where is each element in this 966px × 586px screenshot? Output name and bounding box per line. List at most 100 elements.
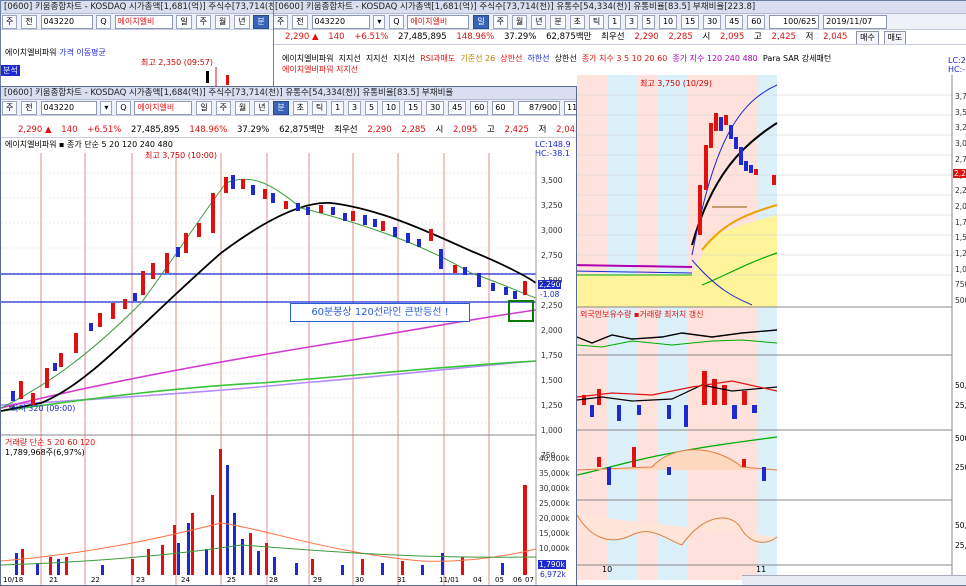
period-month-button[interactable]: 월 bbox=[234, 101, 251, 115]
search-icon[interactable]: Q bbox=[389, 15, 404, 29]
period-button[interactable]: 전 bbox=[21, 101, 37, 115]
minute-option[interactable]: 15 bbox=[404, 101, 423, 115]
period-minute-button[interactable]: 분 bbox=[273, 101, 289, 115]
legend-item: RSI과매도 bbox=[420, 54, 456, 63]
volume-tag2: 6,972k bbox=[540, 570, 566, 579]
x-tick: 24 bbox=[181, 576, 190, 584]
back-vol2-label: 250, bbox=[955, 463, 966, 472]
back-x-date: 11 bbox=[756, 565, 767, 574]
volume-tag: 1,790k bbox=[538, 560, 566, 569]
x-tick: 10/18 bbox=[3, 576, 24, 584]
left-window-title: [0600] 키움종합차트 - KOSDAQ 시가총액[1,681(억)] 주식… bbox=[1, 1, 273, 14]
date-field[interactable]: 11/07 bbox=[564, 101, 576, 115]
search-button[interactable]: ▾ bbox=[373, 15, 386, 29]
y-tick: 25,000k bbox=[539, 499, 570, 508]
low: 2,045 bbox=[556, 125, 576, 135]
search-icon[interactable]: Q bbox=[116, 101, 131, 115]
period-month-button[interactable]: 월 bbox=[511, 15, 528, 29]
y-tick: 3,750 bbox=[955, 92, 966, 101]
y-tick: 1,750 bbox=[955, 217, 966, 227]
y-tick: 1,750 bbox=[541, 351, 563, 360]
annotation-callout: 60분봉상 120선라인 큰반등선 ! bbox=[290, 303, 470, 322]
y-tick: 1,500 bbox=[955, 233, 966, 243]
ask: 2,290 bbox=[367, 125, 392, 135]
front-quote-row: 2,290 ▲ 140 +6.51% 27,485,895 148.96% 37… bbox=[1, 123, 576, 138]
y-tick: 35,000k bbox=[539, 469, 570, 478]
minute-option[interactable]: 60 bbox=[470, 101, 489, 115]
left-mini-chart bbox=[206, 67, 229, 87]
period-month-button[interactable]: 월 bbox=[214, 15, 231, 29]
period-minute-button[interactable]: 분 bbox=[253, 15, 269, 29]
period-button[interactable]: 주 bbox=[2, 101, 18, 115]
x-tick: 29 bbox=[313, 576, 322, 584]
y-tick: 1,500 bbox=[541, 376, 563, 385]
x-tick: 30 bbox=[355, 576, 364, 584]
period-year-button[interactable]: 년 bbox=[254, 101, 270, 115]
period-second-button[interactable]: 초 bbox=[292, 101, 308, 115]
amount: 62,875백만 bbox=[279, 125, 325, 135]
minute-option[interactable]: 5 bbox=[365, 101, 379, 115]
minute-option[interactable]: 1 bbox=[331, 101, 345, 115]
minute-option[interactable]: 30 bbox=[703, 15, 722, 29]
minute-option[interactable]: 10 bbox=[658, 15, 678, 29]
minute-option[interactable]: 45 bbox=[725, 15, 744, 29]
buy-button[interactable]: 매수 bbox=[856, 31, 879, 44]
period-button[interactable]: 전 bbox=[292, 15, 308, 29]
stock-code-input[interactable]: 043220 bbox=[40, 15, 93, 29]
stock-code-input[interactable]: 043220 bbox=[311, 15, 370, 29]
period-minute-button[interactable]: 분 bbox=[550, 15, 566, 29]
open: 2,095 bbox=[452, 125, 478, 135]
period-second-button[interactable]: 초 bbox=[569, 15, 585, 29]
minute-option[interactable]: 10 bbox=[381, 101, 401, 115]
period-day-button[interactable]: 일 bbox=[196, 101, 212, 115]
legend-item: 에이치엘비파워 bbox=[5, 48, 57, 57]
front-chart-window: [0600] 키움종합차트 - KOSDAQ 시가총액[1,684(억)] 주식… bbox=[0, 86, 577, 586]
legend-item: 기준선 26 bbox=[460, 54, 496, 63]
period-button[interactable]: 주 bbox=[2, 15, 18, 29]
dropdown-button[interactable]: ▾ bbox=[100, 101, 113, 115]
minute-option[interactable]: 60 bbox=[747, 15, 766, 29]
minute-option[interactable]: 15 bbox=[681, 15, 700, 29]
y-tick: 3,000 bbox=[955, 139, 966, 149]
period-year-button[interactable]: 년 bbox=[234, 15, 250, 29]
count-field[interactable]: 100/625 bbox=[769, 15, 820, 29]
period-week-button[interactable]: 주 bbox=[492, 15, 508, 29]
period-button[interactable]: 주 bbox=[273, 15, 289, 29]
count-field[interactable]: 87/900 bbox=[518, 101, 561, 115]
bid: 2,285 bbox=[401, 125, 426, 135]
date-field[interactable]: 2019/11/07 bbox=[823, 15, 888, 29]
back-panel2-title: 외국인보유수량 ▪거래량 최저치 갱신 bbox=[580, 310, 704, 319]
y-tick: 2,000 bbox=[955, 201, 966, 211]
period-day-button[interactable]: 일 bbox=[176, 15, 192, 29]
period-button[interactable]: 전 bbox=[21, 15, 37, 29]
back-vol2-label: 500, bbox=[955, 434, 966, 443]
best-label: 최우선 bbox=[601, 32, 625, 42]
period-year-button[interactable]: 년 bbox=[531, 15, 547, 29]
sell-button[interactable]: 매도 bbox=[883, 31, 907, 44]
legend-item: 지지선 bbox=[338, 54, 361, 63]
period-day-button[interactable]: 일 bbox=[473, 15, 489, 29]
front-lc-label: LC:148.9 bbox=[535, 140, 571, 149]
stock-code-input[interactable]: 043220 bbox=[40, 101, 97, 115]
period-week-button[interactable]: 주 bbox=[195, 15, 212, 29]
period-week-button[interactable]: 주 bbox=[215, 101, 231, 115]
period-tick-button[interactable]: 틱 bbox=[588, 15, 605, 29]
vol-ratio: 148.96% bbox=[189, 125, 228, 135]
minute-option[interactable]: 1 bbox=[608, 15, 622, 29]
best-label: 최우선 bbox=[334, 125, 358, 135]
search-icon[interactable]: Q bbox=[96, 15, 111, 29]
stock-name-field: 에이치엘비 bbox=[134, 101, 193, 115]
front-legend-row: 에이치엘비파워 ▪ 종가 단순 5 20 120 240 480 bbox=[5, 140, 173, 149]
y-tick: 3,500 bbox=[541, 176, 563, 185]
minute-option[interactable]: 45 bbox=[448, 101, 467, 115]
low-label: 저 bbox=[538, 125, 547, 135]
period-tick-button[interactable]: 틱 bbox=[311, 101, 328, 115]
back-vol-label: 25,0 bbox=[955, 401, 966, 410]
minute-option[interactable]: 3 bbox=[348, 101, 362, 115]
minute-option[interactable]: 5 bbox=[642, 15, 656, 29]
minute-option[interactable]: 3 bbox=[625, 15, 639, 29]
y-tick: 3,000 bbox=[541, 226, 563, 235]
minute-option[interactable]: 30 bbox=[426, 101, 445, 115]
minute-input[interactable]: 60 bbox=[492, 101, 515, 115]
y-tick: 1,250 bbox=[955, 249, 966, 259]
